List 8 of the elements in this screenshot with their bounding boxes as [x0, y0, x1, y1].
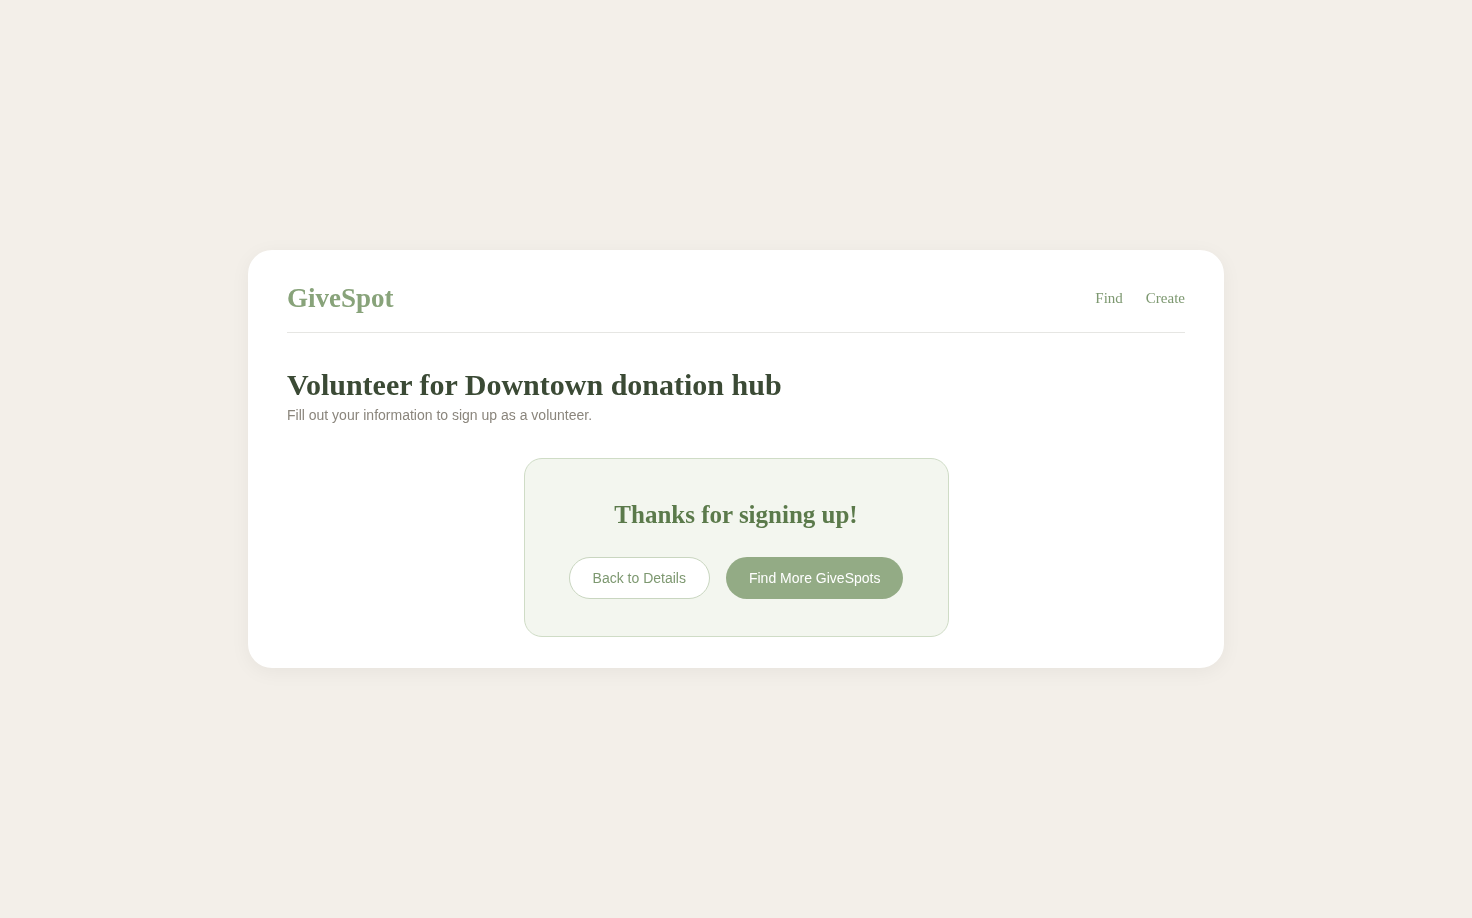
page-title: Volunteer for Downtown donation hub [287, 367, 783, 403]
find-more-button[interactable]: Find More GiveSpots [725, 557, 904, 599]
back-button[interactable]: Back to Details [568, 557, 710, 599]
page-subtitle: Fill out your information to sign up as a volunteer. [287, 406, 594, 425]
logo[interactable]: GiveSpot [287, 277, 394, 319]
nav-link[interactable]: Find [1095, 286, 1123, 310]
confirmation-heading: Thanks for signing up! [614, 500, 858, 530]
nav-link[interactable]: Create [1145, 286, 1185, 310]
